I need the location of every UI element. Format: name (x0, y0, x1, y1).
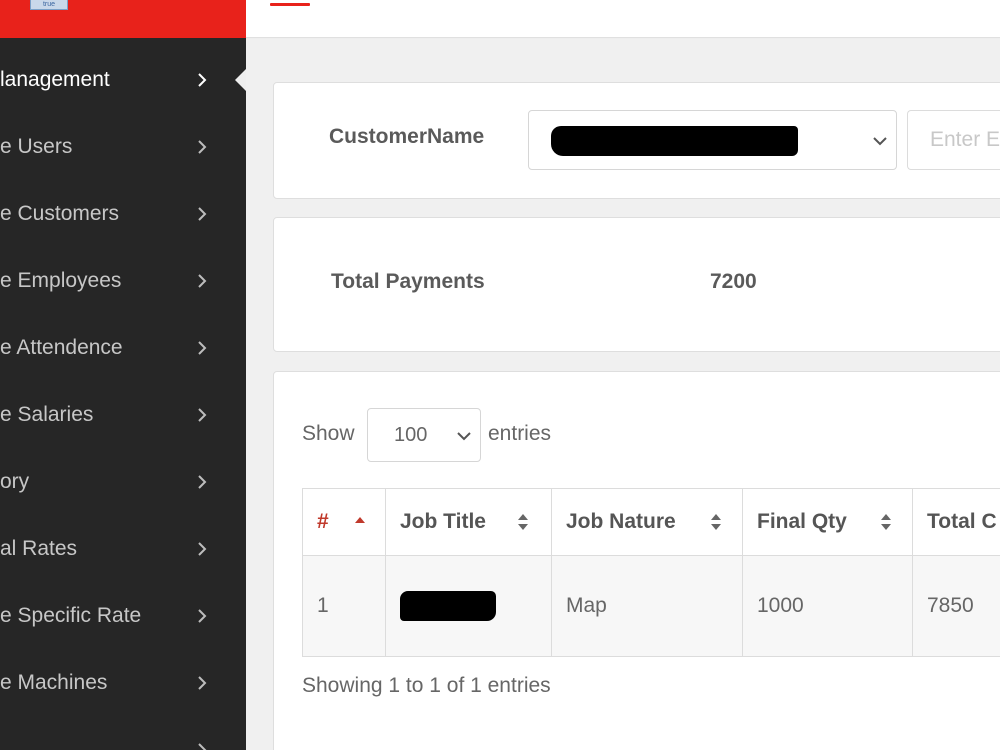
column-header-total[interactable]: Total C (912, 488, 1000, 556)
cell-job-title (385, 555, 552, 657)
chevron-right-icon (193, 473, 211, 491)
total-payments-value: 7200 (710, 270, 757, 293)
chevron-right-icon (193, 741, 211, 750)
totals-panel: Total Payments 7200 (273, 217, 1000, 352)
menu-toggle-button[interactable] (270, 0, 310, 7)
sidebar-item-specific-rate[interactable]: e Specific Rate (0, 582, 246, 649)
redacted-value (551, 126, 798, 156)
main-content: CustomerName Total Payments 7200 Show 10… (246, 39, 1000, 750)
sidebar-item-attendence[interactable]: e Attendence (0, 314, 246, 381)
active-indicator (235, 68, 246, 91)
chevron-right-icon (193, 406, 211, 424)
cell-total: 7850 (912, 555, 1000, 657)
table-info: Showing 1 to 1 of 1 entries (302, 674, 551, 697)
column-header-job-nature[interactable]: Job Nature (551, 488, 743, 556)
chevron-right-icon (193, 339, 211, 357)
column-header-job-title[interactable]: Job Title (385, 488, 552, 556)
column-header-final-qty[interactable]: Final Qty (742, 488, 913, 556)
sidebar-item-employees[interactable]: e Employees (0, 247, 246, 314)
table-panel: Show 100 entries # Job Title Job Nature … (273, 371, 1000, 750)
chevron-right-icon (193, 272, 211, 290)
customer-name-label: CustomerName (329, 125, 485, 148)
sidebar-item-users[interactable]: e Users (0, 113, 246, 180)
chevron-right-icon (193, 71, 211, 89)
chevron-right-icon (193, 138, 211, 156)
table-row: 1 Map 1000 7850 (302, 555, 1000, 657)
search-input[interactable] (907, 110, 1000, 170)
sort-both-icon (516, 512, 530, 532)
show-label: Show (302, 422, 355, 445)
customer-select[interactable] (528, 110, 897, 170)
sort-asc-icon (353, 512, 367, 532)
sort-both-icon (709, 512, 723, 532)
page-length-select[interactable]: 100 (367, 408, 481, 462)
entries-label: entries (488, 422, 552, 445)
logo[interactable]: true (30, 0, 68, 10)
chevron-right-icon (193, 607, 211, 625)
data-table: # Job Title Job Nature Final Qty Total C… (302, 488, 1000, 657)
brand-header: true (0, 0, 246, 38)
total-payments-label: Total Payments (331, 270, 485, 293)
chevron-right-icon (193, 540, 211, 558)
cell-number: 1 (302, 555, 386, 657)
page-length-value: 100 (394, 424, 428, 446)
table-header-row: # Job Title Job Nature Final Qty Total C (302, 488, 1000, 556)
sidebar-item-general-rates[interactable]: al Rates (0, 515, 246, 582)
filter-panel: CustomerName (273, 82, 1000, 199)
column-header-number[interactable]: # (302, 488, 386, 556)
sidebar-item-salaries[interactable]: e Salaries (0, 381, 246, 448)
cell-job-nature: Map (551, 555, 743, 657)
sort-both-icon (879, 512, 893, 532)
sidebar: true lanagement e Users e Customers e Em… (0, 0, 246, 750)
sidebar-item-management[interactable]: lanagement (0, 46, 246, 113)
chevron-down-icon (870, 131, 890, 151)
chevron-down-icon (454, 426, 474, 446)
chevron-right-icon (193, 205, 211, 223)
redacted-value (400, 591, 496, 621)
chevron-right-icon (193, 674, 211, 692)
cell-final-qty: 1000 (742, 555, 913, 657)
top-bar (246, 0, 1000, 38)
sidebar-item-machines[interactable]: e Machines (0, 649, 246, 716)
sidebar-item-inventory[interactable]: ory (0, 448, 246, 515)
hamburger-icon (270, 3, 310, 6)
sidebar-item-customers[interactable]: e Customers (0, 180, 246, 247)
sidebar-nav: lanagement e Users e Customers e Employe… (0, 46, 246, 750)
sidebar-item-more[interactable] (0, 716, 246, 750)
